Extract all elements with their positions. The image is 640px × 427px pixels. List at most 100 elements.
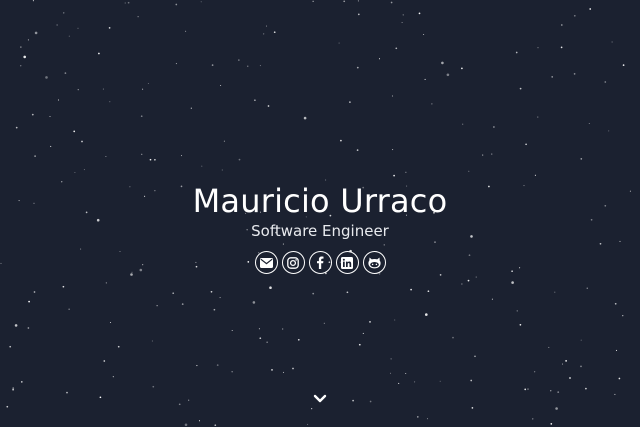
- star: [573, 14, 576, 17]
- star: [392, 149, 394, 151]
- star: [200, 1, 202, 3]
- star: [561, 363, 564, 365]
- star: [461, 283, 463, 285]
- facebook-link[interactable]: [308, 251, 332, 274]
- star: [604, 81, 607, 83]
- star: [151, 340, 153, 342]
- star: [537, 116, 539, 118]
- star: [49, 115, 51, 118]
- star: [109, 101, 111, 103]
- star: [560, 46, 563, 49]
- star: [149, 158, 152, 161]
- star: [416, 416, 419, 418]
- star: [323, 322, 325, 324]
- star: [57, 99, 60, 101]
- star: [109, 321, 112, 324]
- star: [534, 371, 536, 373]
- star: [475, 276, 477, 278]
- star: [231, 329, 233, 332]
- star: [378, 58, 381, 60]
- hero-subtitle: Software Engineer: [251, 222, 389, 240]
- star: [585, 387, 587, 390]
- star: [238, 158, 241, 161]
- star: [267, 105, 270, 107]
- facebook-icon: [317, 256, 324, 269]
- star: [259, 337, 262, 340]
- star: [28, 300, 30, 303]
- star: [405, 372, 407, 375]
- star: [524, 388, 527, 391]
- star: [611, 41, 613, 43]
- instagram-link[interactable]: [281, 251, 305, 274]
- star: [390, 1, 393, 4]
- star: [219, 297, 221, 299]
- star: [537, 47, 539, 49]
- social-links: [0, 251, 640, 274]
- star: [12, 387, 15, 389]
- email-link[interactable]: [254, 251, 278, 274]
- star: [64, 72, 67, 74]
- star: [390, 358, 392, 360]
- star: [474, 355, 476, 358]
- star: [77, 89, 79, 91]
- star: [12, 388, 14, 391]
- star: [220, 84, 222, 87]
- star: [127, 1, 130, 4]
- star: [357, 13, 360, 16]
- star: [551, 76, 554, 78]
- star: [557, 391, 560, 393]
- star: [263, 33, 265, 35]
- star: [98, 52, 100, 55]
- star: [394, 319, 396, 321]
- star: [140, 115, 143, 118]
- star: [124, 2, 126, 4]
- star: [45, 76, 48, 79]
- star: [569, 377, 571, 379]
- star: [62, 285, 65, 288]
- star: [73, 130, 76, 133]
- star: [343, 0, 346, 3]
- star: [112, 376, 114, 378]
- hero-content: Mauricio Urraco Software Engineer: [0, 181, 640, 274]
- star: [297, 338, 300, 341]
- star: [519, 323, 522, 326]
- star: [352, 399, 354, 402]
- star: [560, 24, 563, 26]
- star: [184, 423, 188, 427]
- star: [369, 400, 372, 403]
- star: [515, 51, 518, 54]
- star: [247, 65, 249, 67]
- star: [357, 0, 359, 2]
- star: [31, 113, 34, 116]
- star: [491, 153, 493, 155]
- instagram-icon: [287, 256, 299, 269]
- star: [175, 63, 177, 65]
- star: [269, 286, 272, 290]
- star: [201, 165, 203, 167]
- star: [254, 99, 256, 102]
- star: [550, 390, 552, 392]
- star: [586, 287, 588, 289]
- star: [548, 346, 550, 348]
- star: [172, 292, 175, 295]
- star: [358, 343, 361, 346]
- star: [213, 308, 216, 311]
- star: [452, 336, 454, 339]
- github-link[interactable]: [362, 251, 386, 274]
- star: [511, 281, 514, 284]
- star: [211, 64, 214, 66]
- star: [346, 291, 349, 294]
- star: [74, 171, 76, 174]
- star: [362, 332, 364, 334]
- star: [565, 360, 567, 362]
- star: [210, 290, 213, 293]
- star: [554, 291, 556, 293]
- star: [147, 82, 149, 85]
- scroll-down-button[interactable]: [311, 392, 329, 406]
- linkedin-link[interactable]: [335, 251, 359, 274]
- star: [34, 31, 38, 35]
- star: [446, 73, 450, 77]
- star: [532, 418, 534, 420]
- star: [573, 73, 576, 75]
- star: [223, 140, 225, 142]
